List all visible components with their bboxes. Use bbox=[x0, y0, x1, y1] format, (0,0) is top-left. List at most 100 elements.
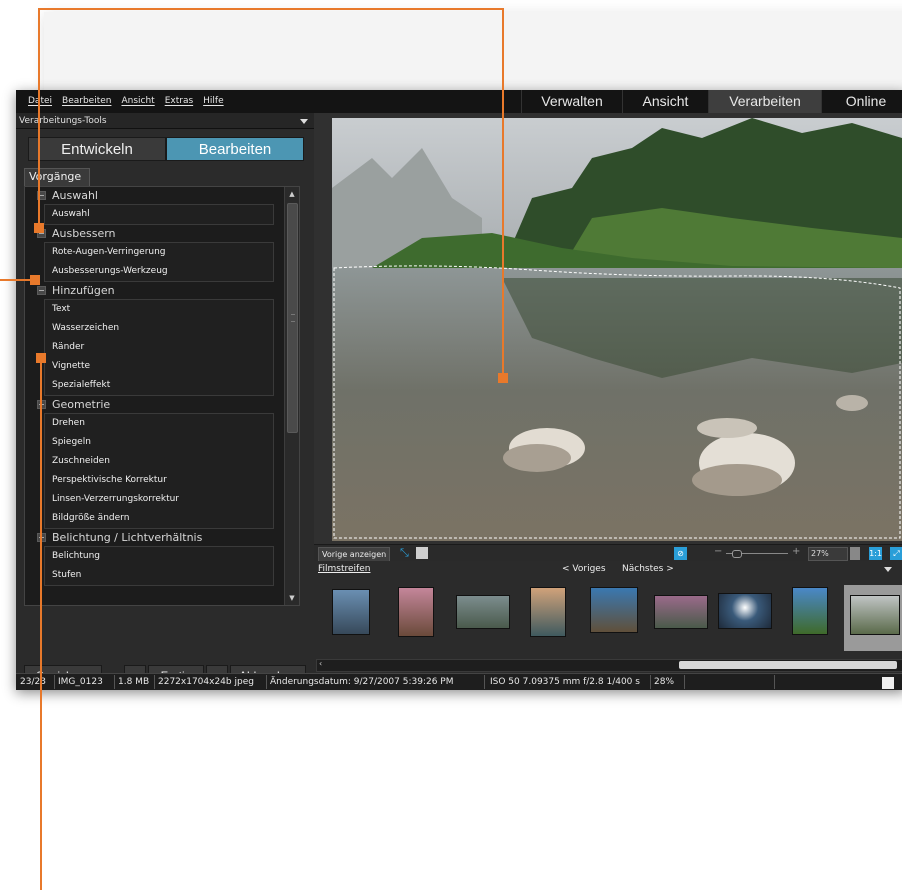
callout-line bbox=[38, 8, 40, 228]
group-header[interactable]: Geometrie bbox=[25, 396, 283, 413]
filmstrip-menu-icon[interactable] bbox=[884, 567, 892, 572]
main-photo[interactable] bbox=[332, 118, 902, 541]
mode-ansicht[interactable]: Ansicht bbox=[622, 90, 708, 113]
group-header[interactable]: Auswahl bbox=[25, 187, 283, 204]
operation-item[interactable]: Ränder bbox=[45, 338, 273, 357]
menu-datei[interactable]: Datei bbox=[28, 96, 52, 106]
tab-entwickeln[interactable]: Entwickeln bbox=[28, 137, 166, 161]
scroll-down-icon[interactable]: ▼ bbox=[285, 591, 299, 605]
status-bar: 23/23 IMG_0123 1.8 MB 2272x1704x24b jpeg… bbox=[16, 673, 902, 690]
callout-marker bbox=[34, 223, 44, 233]
filmstrip-title: Filmstreifen bbox=[318, 564, 371, 574]
scroll-up-icon[interactable]: ▲ bbox=[285, 187, 299, 201]
filmstrip-scroll-thumb[interactable] bbox=[679, 661, 897, 669]
callout-marker bbox=[36, 353, 46, 363]
filmstrip-thumb[interactable] bbox=[332, 589, 370, 635]
status-indicator-icon[interactable] bbox=[882, 677, 894, 689]
mode-online[interactable]: Online bbox=[821, 90, 902, 113]
zoom-input[interactable]: 27% bbox=[808, 547, 848, 561]
group-0: Auswahl Auswahl bbox=[25, 187, 283, 225]
group-title: Auswahl bbox=[52, 189, 98, 202]
status-position: 23/23 bbox=[20, 677, 46, 687]
viewer-toolbar: Vorige anzeigen ⤡ ⊘ − + 27% 1:1 ⤢ bbox=[314, 544, 902, 562]
collapse-icon[interactable] bbox=[37, 286, 46, 295]
scroll-thumb[interactable] bbox=[287, 203, 298, 433]
mode-verarbeiten[interactable]: Verarbeiten bbox=[708, 90, 821, 113]
filmstrip-thumb[interactable] bbox=[398, 587, 434, 637]
operation-item[interactable]: Vignette bbox=[45, 357, 273, 376]
zoom-out-icon[interactable]: − bbox=[714, 546, 722, 557]
filmstrip-next-link[interactable]: Nächstes > bbox=[622, 564, 674, 574]
operation-item[interactable]: Text bbox=[45, 300, 273, 319]
group-items: Rote-Augen-Verringerung Ausbesserungs-Wer… bbox=[44, 242, 274, 282]
menu-bearbeiten[interactable]: Bearbeiten bbox=[62, 96, 111, 106]
operation-item[interactable]: Spezialeffekt bbox=[45, 376, 273, 395]
tab-bearbeiten[interactable]: Bearbeiten bbox=[166, 137, 304, 161]
operation-item[interactable]: Bildgröße ändern bbox=[45, 509, 273, 528]
callout-line bbox=[502, 8, 504, 378]
group-header[interactable]: Hinzufügen bbox=[25, 282, 283, 299]
group-1: Ausbessern Rote-Augen-Verringerung Ausbess… bbox=[25, 225, 283, 282]
operation-item[interactable]: Perspektivische Korrektur bbox=[45, 471, 273, 490]
filmstrip-prev-link[interactable]: < Voriges bbox=[562, 564, 606, 574]
filmstrip-thumb[interactable] bbox=[792, 587, 828, 635]
callout-line bbox=[40, 358, 42, 890]
group-header[interactable]: Ausbessern bbox=[25, 225, 283, 242]
operation-item[interactable]: Stufen bbox=[45, 566, 273, 585]
status-filename: IMG_0123 bbox=[58, 677, 103, 687]
image-viewer bbox=[314, 113, 902, 544]
one-to-one-button[interactable]: 1:1 bbox=[869, 547, 882, 560]
filmstrip-thumb[interactable] bbox=[590, 587, 638, 633]
panel-title: Verarbeitungs-Tools bbox=[19, 116, 107, 126]
group-2: Hinzufügen Text Wasserzeichen Ränder Vignett… bbox=[25, 282, 283, 396]
zoom-in-icon[interactable]: + bbox=[792, 546, 800, 557]
tools-panel: Verarbeitungs-Tools Entwickeln Bearbeite… bbox=[16, 113, 314, 690]
subtab-vorgaenge[interactable]: Vorgänge bbox=[24, 168, 90, 186]
panel-tabs: Entwickeln Bearbeiten bbox=[28, 137, 304, 161]
dropdown-arrow-icon[interactable] bbox=[300, 119, 308, 124]
operation-item[interactable]: Spiegeln bbox=[45, 433, 273, 452]
status-zoom: 28% bbox=[654, 677, 675, 687]
mode-verwalten[interactable]: Verwalten bbox=[521, 90, 622, 113]
group-title: Geometrie bbox=[52, 398, 111, 411]
operations-list: Auswahl Auswahl Ausbessern Rote-Augen-Verri… bbox=[24, 186, 300, 606]
show-previous-button[interactable]: Vorige anzeigen bbox=[318, 547, 391, 562]
menu-ansicht[interactable]: Ansicht bbox=[121, 96, 154, 106]
menu-hilfe[interactable]: Hilfe bbox=[203, 96, 223, 106]
histogram-icon[interactable] bbox=[416, 547, 428, 559]
filmstrip-header: Filmstreifen < Voriges Nächstes > bbox=[314, 561, 902, 576]
filmstrip-thumb[interactable] bbox=[456, 595, 510, 629]
operation-item[interactable]: Zuschneiden bbox=[45, 452, 273, 471]
group-title: Ausbessern bbox=[52, 227, 116, 240]
group-items: Auswahl bbox=[44, 204, 274, 225]
group-4: Belichtung / Lichtverhältnis Belichtung St… bbox=[25, 529, 283, 586]
operation-item[interactable]: Linsen-Verzerrungskorrektur bbox=[45, 490, 273, 509]
operation-item[interactable]: Belichtung bbox=[45, 547, 273, 566]
callout-marker bbox=[30, 275, 40, 285]
menu-extras[interactable]: Extras bbox=[165, 96, 193, 106]
fit-icon[interactable]: ⤢ bbox=[890, 547, 902, 560]
list-scrollbar[interactable]: ▲ ▼ bbox=[284, 187, 299, 605]
operation-item[interactable]: Drehen bbox=[45, 414, 273, 433]
group-header[interactable]: Belichtung / Lichtverhältnis bbox=[25, 529, 283, 546]
zoom-slider-thumb[interactable] bbox=[732, 550, 742, 558]
callout-line bbox=[38, 8, 502, 10]
filmstrip: Filmstreifen < Voriges Nächstes > ‹ bbox=[314, 561, 902, 673]
operation-item[interactable]: Wasserzeichen bbox=[45, 319, 273, 338]
expand-icon[interactable]: ⤡ bbox=[400, 546, 409, 560]
filmstrip-thumb[interactable] bbox=[530, 587, 566, 637]
filmstrip-thumb[interactable] bbox=[718, 593, 772, 629]
filmstrip-thumb[interactable] bbox=[654, 595, 708, 629]
group-title: Hinzufügen bbox=[52, 284, 115, 297]
status-dimensions: 2272x1704x24b jpeg bbox=[158, 677, 254, 687]
scroll-left-icon[interactable]: ‹ bbox=[319, 659, 322, 668]
operation-item[interactable]: Auswahl bbox=[45, 205, 273, 224]
filmstrip-thumb-selected[interactable] bbox=[850, 595, 900, 635]
panel-header[interactable]: Verarbeitungs-Tools bbox=[16, 113, 314, 129]
filmstrip-scrollbar[interactable]: ‹ bbox=[316, 659, 902, 672]
mode-tabs: Verwalten Ansicht Verarbeiten Online bbox=[521, 90, 902, 113]
zoom-dropdown-icon[interactable] bbox=[850, 547, 860, 560]
operation-item[interactable]: Rote-Augen-Verringerung bbox=[45, 243, 273, 262]
operation-item[interactable]: Ausbesserungs-Werkzeug bbox=[45, 262, 273, 281]
navigator-icon[interactable]: ⊘ bbox=[674, 547, 687, 560]
